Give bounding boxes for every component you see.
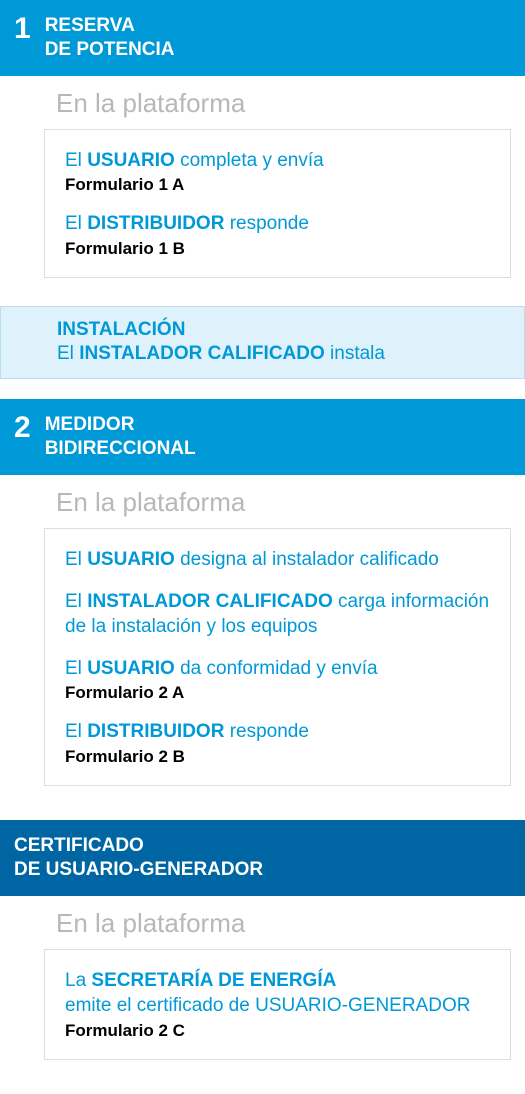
item-form: Formulario 2 C [65, 1021, 490, 1041]
step-title: MEDIDORBIDIRECCIONAL [45, 413, 196, 461]
step-title: RESERVADE POTENCIA [45, 14, 175, 62]
platform-card: El USUARIO completa y envíaFormulario 1 … [44, 129, 511, 278]
item-form: Formulario 2 A [65, 683, 490, 703]
item-form: Formulario 1 A [65, 175, 490, 195]
banner-line: El INSTALADOR CALIFICADO instala [57, 341, 506, 367]
process-item: La SECRETARÍA DE ENERGÍAemite el certifi… [65, 968, 490, 1041]
item-action: El USUARIO da conformidad y envía [65, 656, 490, 682]
platform-card: La SECRETARÍA DE ENERGÍAemite el certifi… [44, 949, 511, 1060]
process-item: El USUARIO da conformidad y envíaFormula… [65, 656, 490, 704]
step-number: 1 [14, 14, 31, 44]
process-item: El USUARIO designa al instalador calific… [65, 547, 490, 573]
item-action: El DISTRIBUIDOR responde [65, 211, 490, 237]
platform-label: En la plataforma [14, 896, 511, 949]
platform-card: El USUARIO designa al instalador calific… [44, 528, 511, 786]
section-content: En la plataforma El USUARIO designa al in… [0, 475, 525, 800]
process-item: El DISTRIBUIDOR respondeFormulario 2 B [65, 719, 490, 767]
section-0: 1 RESERVADE POTENCIA En la plataforma El US… [0, 0, 525, 379]
section-content: En la plataforma La SECRETARÍA DE ENERGÍA… [0, 896, 525, 1074]
step-number: 2 [14, 413, 31, 443]
install-banner: INSTALACIÓNEl INSTALADOR CALIFICADO inst… [0, 306, 525, 380]
step-title: CERTIFICADODE USUARIO-GENERADOR [14, 834, 263, 882]
process-item: El DISTRIBUIDOR respondeFormulario 1 B [65, 211, 490, 259]
section-header: 2 MEDIDORBIDIRECCIONAL [0, 399, 525, 475]
item-action: La SECRETARÍA DE ENERGÍAemite el certifi… [65, 968, 490, 1019]
platform-label: En la plataforma [14, 76, 511, 129]
section-header: 1 RESERVADE POTENCIA [0, 0, 525, 76]
section-2: CERTIFICADODE USUARIO-GENERADOR En la pla… [0, 820, 525, 1074]
process-item: El USUARIO completa y envíaFormulario 1 … [65, 148, 490, 196]
item-action: El DISTRIBUIDOR responde [65, 719, 490, 745]
banner-title: INSTALACIÓN [57, 319, 506, 341]
process-item: El INSTALADOR CALIFICADO carga informaci… [65, 589, 490, 640]
item-form: Formulario 1 B [65, 239, 490, 259]
item-action: El INSTALADOR CALIFICADO carga informaci… [65, 589, 490, 640]
platform-label: En la plataforma [14, 475, 511, 528]
item-action: El USUARIO designa al instalador calific… [65, 547, 490, 573]
item-action: El USUARIO completa y envía [65, 148, 490, 174]
section-1: 2 MEDIDORBIDIRECCIONAL En la plataforma El … [0, 399, 525, 800]
section-header: CERTIFICADODE USUARIO-GENERADOR [0, 820, 525, 896]
section-content: En la plataforma El USUARIO completa y en… [0, 76, 525, 292]
item-form: Formulario 2 B [65, 747, 490, 767]
